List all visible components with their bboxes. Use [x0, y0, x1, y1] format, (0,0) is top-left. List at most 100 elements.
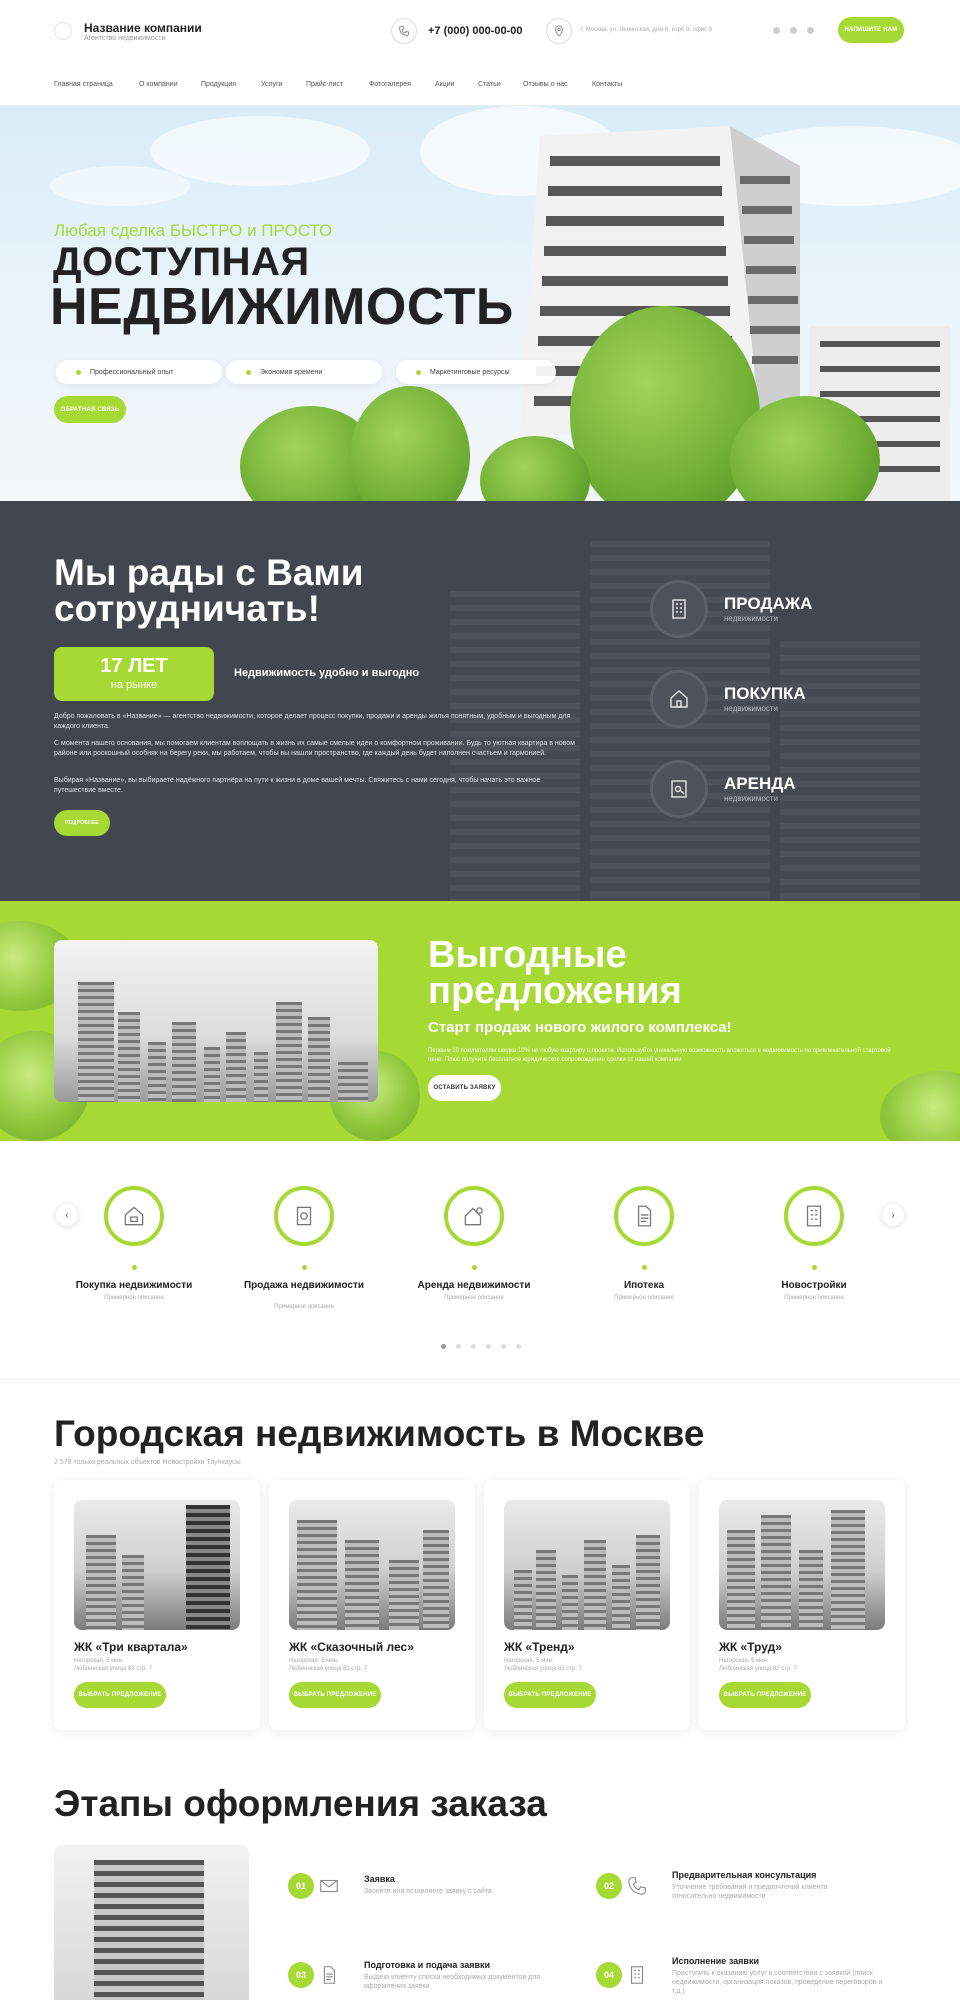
offers-title: Выгодные предложения — [428, 934, 682, 1012]
property-title[interactable]: ЖК «Тренд» — [504, 1640, 575, 1654]
feature-pill: Экономия времени — [226, 360, 382, 384]
stage-desc: Уточнение требований и предпочтений клие… — [672, 1884, 828, 1900]
pagination-dot[interactable] — [501, 1344, 506, 1349]
stage-desc: Выдача клиенту списка необходимых докуме… — [364, 1974, 541, 1990]
property-address: Люблинская улица 82 стр. 7 — [504, 1666, 583, 1672]
nav-item-about[interactable]: О компании — [139, 81, 178, 88]
service-title-sale[interactable]: ПРОДАЖА — [724, 594, 812, 614]
pagination-dot[interactable] — [516, 1344, 521, 1349]
nav-item-services[interactable]: Услуги — [261, 81, 283, 88]
stage-desc: Приступить к оказанию услуг в соответств… — [672, 1970, 883, 1995]
property-image — [504, 1500, 670, 1630]
stages-title: Этапы оформления заказа — [54, 1783, 547, 1824]
bullet-icon — [472, 1265, 477, 1270]
feature-label: Профессиональный опыт — [90, 368, 174, 376]
stage-number: 04 — [596, 1962, 622, 1988]
chevron-right-icon: › — [891, 1209, 895, 1221]
building-icon — [624, 1962, 650, 1988]
contact-us-button[interactable]: Напишите нам — [838, 17, 904, 43]
category-sub: Примерное описание — [274, 1304, 334, 1310]
carousel-prev-button[interactable]: ‹ — [56, 1204, 78, 1226]
choose-offer-button[interactable]: Выбрать предложение — [74, 1682, 166, 1708]
pagination-dot[interactable] — [471, 1344, 476, 1349]
choose-offer-button[interactable]: Выбрать предложение — [719, 1682, 811, 1708]
nav-item-home[interactable]: Главная страница — [54, 81, 113, 88]
telegram-icon[interactable] — [790, 27, 797, 34]
offers-text: Первым 10 покупателям скидка 10% на любу… — [428, 1048, 891, 1063]
feedback-button[interactable]: Обратная связь — [54, 396, 126, 423]
category-sub: Примерное описание — [444, 1295, 504, 1301]
stage-title: Предварительная консультация — [672, 1870, 817, 1880]
property-card[interactable]: ЖК «Сказочный лес» Нагорская, 5 мин. Люб… — [269, 1480, 475, 1730]
bullet-icon — [416, 370, 421, 375]
property-title[interactable]: ЖК «Три квартала» — [74, 1640, 188, 1654]
header-address: г. Москва, ул. Ленинская, дом 0, корп 0,… — [581, 27, 713, 33]
choose-offer-button[interactable]: Выбрать предложение — [504, 1682, 596, 1708]
nav-item-products[interactable]: Продукция — [201, 81, 236, 88]
category-title[interactable]: Покупка недвижимости — [64, 1280, 204, 1291]
more-button[interactable]: Подробнее — [54, 810, 110, 836]
apartment-building-icon[interactable] — [784, 1186, 844, 1246]
offers-subtitle: Старт продаж нового жилого комплекса! — [428, 1019, 732, 1036]
property-metro: Нагорская, 5 мин. — [504, 1658, 554, 1664]
header-phone[interactable]: +7 (000) 000-00-00 — [428, 25, 522, 37]
feature-pill: Профессиональный опыт — [56, 360, 222, 384]
nav-item-articles[interactable]: Статьи — [478, 81, 501, 88]
property-image — [719, 1500, 885, 1630]
nav-item-gallery[interactable]: Фотогалерея — [369, 81, 411, 88]
whatsapp-icon[interactable] — [807, 27, 814, 34]
pagination-dot-active[interactable] — [441, 1344, 446, 1349]
property-image — [289, 1500, 455, 1630]
bullet-icon — [302, 1265, 307, 1270]
hero-title-line-2: НЕДВИЖИМОСТЬ — [50, 278, 514, 336]
property-address: Люблинская улица 82 стр. 7 — [289, 1666, 368, 1672]
stage-number: 01 — [288, 1873, 314, 1899]
nav-item-promotions[interactable]: Акции — [435, 81, 455, 88]
property-card[interactable]: ЖК «Труд» Нагорская, 5 мин. Люблинская у… — [699, 1480, 905, 1730]
hero-kicker: Любая сделка БЫСТРО и ПРОСТО — [54, 221, 333, 240]
leave-request-button[interactable]: Оставить заявку — [428, 1075, 501, 1101]
property-image — [74, 1500, 240, 1630]
company-tagline: Агентство недвижимости — [84, 35, 166, 42]
category-title[interactable]: Ипотека — [574, 1280, 714, 1291]
feature-pill: Маркетинговые ресурсы — [396, 360, 556, 384]
phone-icon[interactable] — [391, 18, 417, 44]
years-label: на рынке — [110, 679, 158, 691]
key-document-icon[interactable] — [650, 760, 708, 818]
house-purchase-icon[interactable] — [104, 1186, 164, 1246]
carousel-next-button[interactable]: › — [882, 1204, 904, 1226]
building-icon[interactable] — [650, 580, 708, 638]
nav-item-contacts[interactable]: Контакты — [592, 81, 622, 88]
property-metro: Нагорская, 5 мин. — [719, 1658, 769, 1664]
company-name[interactable]: Название компании — [84, 21, 202, 35]
bullet-icon — [76, 370, 81, 375]
property-card[interactable]: ЖК «Тренд» Нагорская, 5 мин. Люблинская … — [484, 1480, 690, 1730]
nav-item-reviews[interactable]: Отзывы о нас — [523, 81, 568, 88]
choose-offer-button[interactable]: Выбрать предложение — [289, 1682, 381, 1708]
property-title[interactable]: ЖК «Сказочный лес» — [289, 1640, 414, 1654]
category-title[interactable]: Аренда недвижимости — [404, 1280, 544, 1291]
about-paragraph-3: Выбирая «Название», вы выбираете надёжно… — [54, 777, 541, 794]
service-title-purchase[interactable]: ПОКУПКА — [724, 684, 806, 704]
pagination-dot[interactable] — [456, 1344, 461, 1349]
category-title[interactable]: Продажа недвижимости — [234, 1280, 374, 1291]
service-title-rent[interactable]: АРЕНДА — [724, 774, 796, 794]
bullet-icon — [812, 1265, 817, 1270]
house-icon[interactable] — [650, 670, 708, 728]
residential-complex-image — [54, 940, 378, 1102]
house-key-icon[interactable] — [444, 1186, 504, 1246]
price-tag-icon[interactable] — [274, 1186, 334, 1246]
chevron-left-icon: ‹ — [65, 1209, 69, 1221]
property-metro: Нагорская, 5 мин. — [289, 1658, 339, 1664]
years-caption: Недвижимость удобно и выгодно — [234, 667, 420, 679]
logo-icon[interactable] — [54, 22, 72, 40]
category-title[interactable]: Новостройки — [744, 1280, 884, 1291]
property-card[interactable]: ЖК «Три квартала» Нагорская, 5 мин. Любл… — [54, 1480, 260, 1730]
pagination-dot[interactable] — [486, 1344, 491, 1349]
feature-label: Экономия времени — [260, 368, 323, 376]
property-title[interactable]: ЖК «Труд» — [719, 1640, 782, 1654]
nav-item-pricelist[interactable]: Прайс-лист — [306, 81, 343, 88]
vk-icon[interactable] — [773, 27, 780, 34]
document-icon[interactable] — [614, 1186, 674, 1246]
document-icon — [316, 1962, 342, 1988]
